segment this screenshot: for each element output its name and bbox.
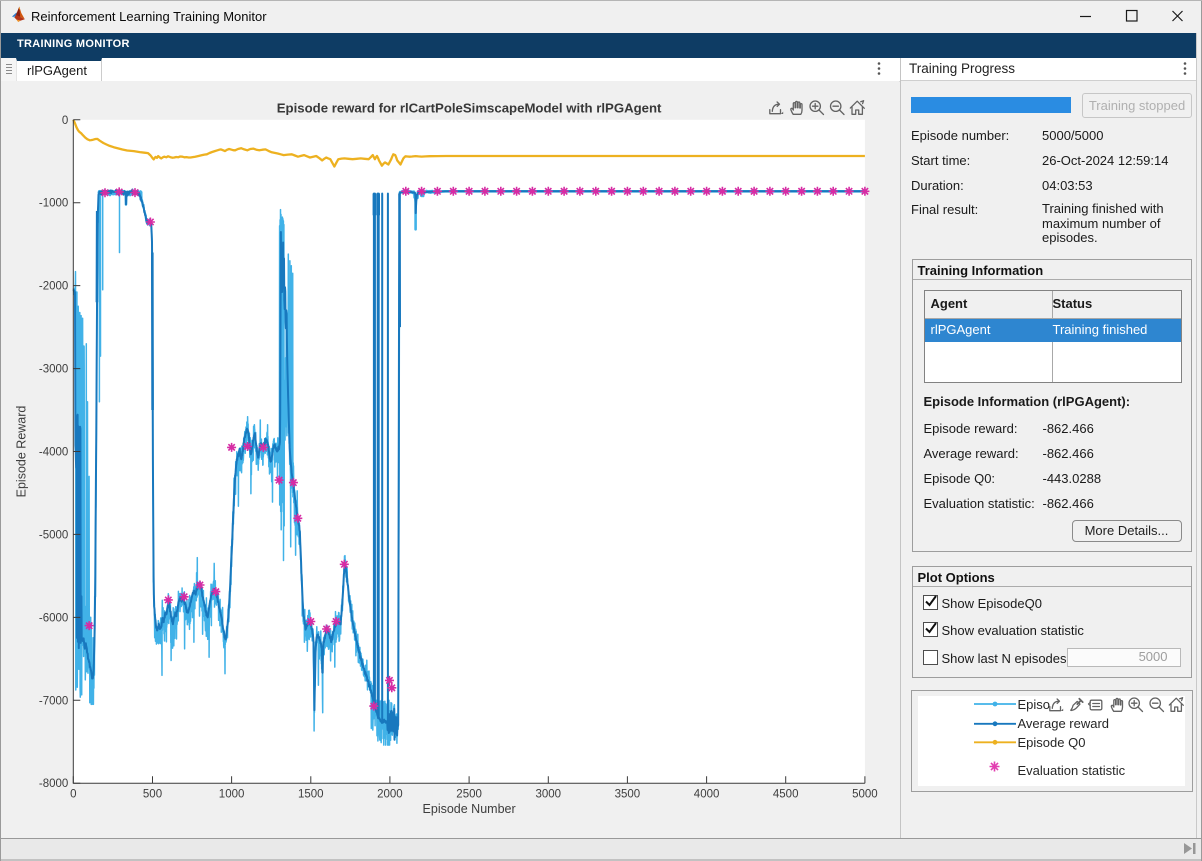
- svg-text:Episode reward for rlCartPoleS: Episode reward for rlCartPoleSimscapeMod…: [277, 101, 662, 116]
- svg-text:4000: 4000: [694, 789, 720, 801]
- svg-text:-5000: -5000: [39, 529, 68, 541]
- svg-text:1500: 1500: [298, 789, 324, 801]
- svg-text:-1000: -1000: [39, 198, 68, 210]
- svg-text:-2000: -2000: [39, 281, 68, 293]
- svg-text:500: 500: [143, 789, 162, 801]
- svg-text:2000: 2000: [377, 789, 403, 801]
- svg-text:Episode Reward: Episode Reward: [15, 406, 29, 498]
- svg-text:5000: 5000: [852, 789, 878, 801]
- svg-text:-3000: -3000: [39, 364, 68, 376]
- svg-text:3500: 3500: [615, 789, 641, 801]
- svg-text:-4000: -4000: [39, 447, 68, 459]
- svg-text:Episode Number: Episode Number: [423, 802, 516, 816]
- svg-text:-8000: -8000: [39, 778, 68, 790]
- svg-text:2500: 2500: [456, 789, 482, 801]
- svg-text:0: 0: [70, 789, 76, 801]
- svg-text:0: 0: [62, 115, 68, 127]
- svg-text:-6000: -6000: [39, 612, 68, 624]
- svg-text:1000: 1000: [219, 789, 245, 801]
- svg-text:4500: 4500: [773, 789, 799, 801]
- svg-text:3000: 3000: [536, 789, 562, 801]
- svg-text:-7000: -7000: [39, 695, 68, 707]
